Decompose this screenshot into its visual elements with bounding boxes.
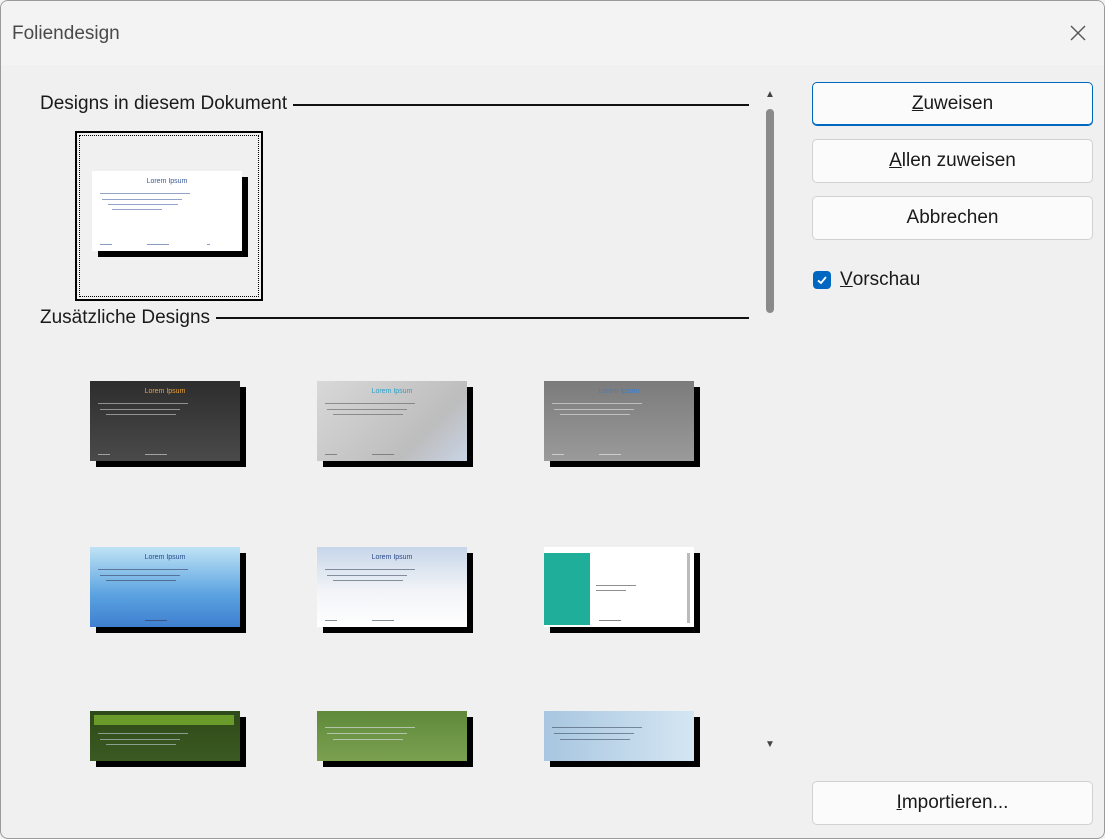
thumbnail-title: Lorem Ipsum — [144, 388, 186, 395]
checkmark-icon — [817, 276, 827, 285]
assign-all-label: llen zuweisen — [901, 150, 1016, 171]
design-thumbnail[interactable] — [317, 711, 467, 761]
thumbnail-title: Lorem Ipsum — [144, 554, 186, 561]
preview-checkbox[interactable] — [813, 271, 831, 289]
assign-button[interactable]: Zuweisen — [812, 82, 1093, 126]
preview-mnemonic: V — [840, 269, 853, 290]
section-label-additional: Zusätzliche Designs — [40, 307, 217, 329]
preview-label: orschau — [852, 269, 921, 290]
design-thumbnail[interactable]: Lorem Ipsum — [544, 381, 694, 461]
design-thumbnail[interactable] — [90, 711, 240, 761]
assign-label: uweisen — [923, 93, 994, 114]
design-thumbnail[interactable]: Lorem Ipsum — [90, 381, 240, 461]
slide-design-dialog: Foliendesign Designs in diesem Dokument … — [0, 0, 1105, 839]
design-thumbnail[interactable]: Lorem Ipsum — [90, 547, 240, 627]
scroll-down-icon[interactable]: ▼ — [765, 739, 775, 750]
designs-scrollbar[interactable]: ▲ ▼ — [761, 87, 779, 757]
thumbnail-title: Lorem Ipsum — [146, 178, 188, 185]
assign-mnemonic: Z — [911, 93, 924, 114]
thumbnail-title: Lorem Ipsum — [598, 388, 640, 395]
thumbnail-title: Lorem Ipsum — [371, 388, 413, 395]
close-icon[interactable] — [1064, 19, 1092, 47]
preview-checkbox-row[interactable]: Vorschau — [813, 269, 920, 291]
import-label: mportieren... — [901, 792, 1009, 813]
import-button[interactable]: Importieren... — [812, 781, 1093, 825]
assign-all-button[interactable]: Allen zuweisen — [812, 139, 1093, 183]
design-thumbnail-current[interactable]: Lorem Ipsum — [92, 171, 242, 251]
scroll-up-icon[interactable]: ▲ — [765, 89, 775, 100]
assign-all-mnemonic: A — [889, 150, 902, 171]
cancel-label: Abbrechen — [906, 207, 999, 228]
title-bar: Foliendesign — [1, 1, 1104, 65]
section-label-current: Designs in diesem Dokument — [40, 93, 294, 115]
design-thumbnail[interactable] — [544, 547, 694, 627]
cancel-button[interactable]: Abbrechen — [812, 196, 1093, 240]
thumbnail-title: Lorem Ipsum — [371, 554, 413, 561]
design-thumbnail[interactable] — [544, 711, 694, 761]
scroll-thumb[interactable] — [766, 109, 774, 313]
design-thumbnail[interactable]: Lorem Ipsum — [317, 547, 467, 627]
design-thumbnail[interactable]: Lorem Ipsum — [317, 381, 467, 461]
window-title: Foliendesign — [12, 23, 120, 44]
